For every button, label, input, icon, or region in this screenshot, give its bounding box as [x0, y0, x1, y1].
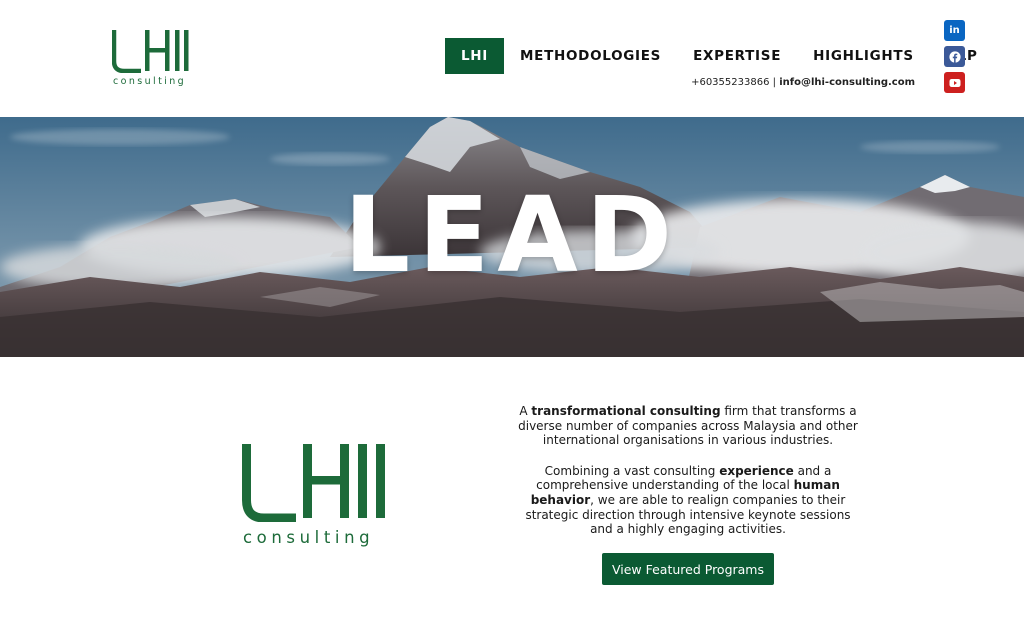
lhi-logo-mark-icon	[111, 30, 189, 74]
facebook-glyph-icon	[948, 50, 961, 63]
logo-wordmark: consulting	[113, 76, 187, 87]
view-featured-programs-button[interactable]: View Featured Programs	[602, 553, 774, 585]
about-p1-highlight: transformational consulting	[531, 404, 721, 418]
about-text: A transformational consulting firm that …	[514, 404, 862, 537]
site-header: consulting LHI METHODOLOGIES EXPERTISE H…	[0, 0, 1024, 117]
about-p2-highlight-1: experience	[719, 463, 794, 478]
about-paragraph-2: Combining a vast consulting experience a…	[514, 464, 862, 537]
youtube-icon[interactable]	[944, 72, 965, 93]
header-logo[interactable]: consulting	[111, 29, 194, 87]
contact-separator: |	[769, 77, 780, 88]
logo-wordmark-large: consulting	[243, 528, 375, 547]
nav-item-expertise[interactable]: EXPERTISE	[677, 38, 797, 74]
nav-item-lhi[interactable]: LHI	[445, 38, 505, 74]
nav-item-methodologies[interactable]: METHODOLOGIES	[504, 38, 677, 74]
about-p2-text: Combining a vast consulting	[544, 463, 720, 478]
contact-email[interactable]: info@lhi-consulting.com	[779, 77, 915, 88]
lhi-logo-large-icon	[242, 444, 385, 523]
hero-title: LEAD	[343, 174, 681, 296]
linkedin-icon[interactable]: in	[944, 20, 965, 41]
about-p1-text: A	[519, 404, 532, 418]
linkedin-glyph: in	[949, 24, 960, 36]
about-paragraph-1: A transformational consulting firm that …	[514, 404, 862, 448]
contact-phone[interactable]: +60355233866	[691, 77, 769, 88]
company-logo: consulting	[242, 442, 394, 548]
hero-banner: LEAD	[0, 117, 1024, 357]
contact-info: +60355233866 | info@lhi-consulting.com	[691, 77, 915, 88]
nav-item-highlights[interactable]: HIGHLIGHTS	[797, 38, 930, 74]
main-nav: LHI METHODOLOGIES EXPERTISE HIGHLIGHTS D…	[445, 38, 994, 74]
facebook-icon[interactable]	[944, 46, 965, 67]
youtube-glyph-icon	[949, 78, 960, 87]
